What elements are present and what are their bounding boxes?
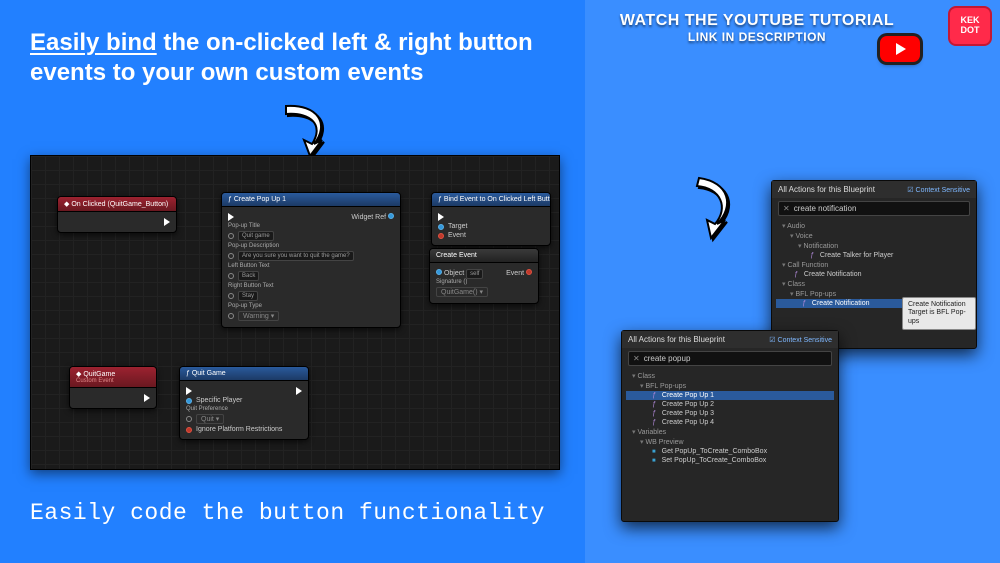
kekdot-logo: KEKDOT (948, 6, 992, 46)
category-call-function[interactable]: Call Function (776, 260, 972, 270)
target-pin-icon[interactable] (438, 224, 444, 230)
widget-pin-icon[interactable] (388, 213, 394, 219)
context-menu-popup[interactable]: All Actions for this Blueprint ☑ Context … (621, 330, 839, 522)
node-quit-game-fn[interactable]: ƒ Quit Game Specific Player Quit Prefere… (179, 366, 309, 440)
heading-underlined: Easily bind (30, 29, 157, 56)
node-header: ƒ Quit Game (180, 367, 308, 381)
footer-caption: Easily code the button functionality (30, 500, 545, 526)
bool-pin-icon[interactable] (186, 427, 192, 433)
category-audio[interactable]: Audio (776, 221, 972, 231)
signature-dropdown[interactable]: QuitGame() ▾ (436, 287, 488, 297)
exec-pin-icon[interactable] (164, 218, 170, 226)
category-voice[interactable]: Voice (776, 231, 972, 241)
input-pin-icon[interactable] (186, 416, 192, 422)
blueprint-canvas-top[interactable]: ◆ On Clicked (QuitGame_Button) ƒ Create … (30, 155, 560, 470)
node-header: ◆ On Clicked (QuitGame_Button) (58, 197, 176, 212)
popup-header: All Actions for this Blueprint (628, 335, 725, 344)
popup-type-dropdown[interactable]: Warning ▾ (238, 311, 279, 321)
right-button-input[interactable]: Stay (238, 291, 258, 301)
menu-item[interactable]: Create Notification (776, 270, 972, 279)
clear-search-icon[interactable]: ✕ (783, 204, 790, 213)
player-pin-icon[interactable] (186, 398, 192, 404)
heading-left: Easily bind the on-clicked left & right … (30, 28, 585, 88)
input-pin-icon[interactable] (228, 293, 234, 299)
event-pin-icon[interactable] (438, 233, 444, 239)
exec-pin-icon[interactable] (144, 394, 150, 402)
menu-item[interactable]: Create Pop Up 4 (626, 418, 834, 427)
context-menu-notification[interactable]: All Actions for this Blueprint ☑ Context … (771, 180, 977, 349)
category-wb-preview[interactable]: WB Preview (626, 437, 834, 447)
curved-arrow-icon (685, 172, 741, 247)
menu-item[interactable]: Create Pop Up 3 (626, 409, 834, 418)
quit-pref-dropdown[interactable]: Quit ▾ (196, 414, 224, 424)
node-header: Create Event (430, 249, 538, 263)
exec-pin-icon[interactable] (228, 213, 234, 221)
node-bind-event[interactable]: ƒ Bind Event to On Clicked Left Button T… (431, 192, 551, 246)
category-bfl-popups[interactable]: BFL Pop-ups (626, 381, 834, 391)
menu-item[interactable]: Create Talker for Player (776, 251, 972, 260)
node-on-clicked[interactable]: ◆ On Clicked (QuitGame_Button) (57, 196, 177, 233)
category-class[interactable]: Class (776, 279, 972, 289)
event-pin-icon[interactable] (526, 269, 532, 275)
input-pin-icon[interactable] (228, 313, 234, 319)
exec-pin-icon[interactable] (438, 213, 444, 221)
search-input[interactable]: ✕create popup (628, 351, 832, 366)
node-create-popup[interactable]: ƒ Create Pop Up 1 Widget Ref Pop-up Titl… (221, 192, 401, 328)
menu-item-selected[interactable]: Create Pop Up 1 (626, 391, 834, 400)
left-button-input[interactable]: Back (238, 271, 259, 281)
node-header: ƒ Bind Event to On Clicked Left Button (432, 193, 550, 207)
node-header: ◆ QuitGameCustom Event (70, 367, 156, 388)
category-class[interactable]: Class (626, 371, 834, 381)
input-pin-icon[interactable] (228, 233, 234, 239)
exec-pin-icon[interactable] (296, 387, 302, 395)
tooltip: Create Notification Target is BFL Pop-up… (902, 297, 976, 330)
input-pin-icon[interactable] (228, 253, 234, 259)
menu-item-variable[interactable]: Set PopUp_ToCreate_ComboBox (626, 456, 834, 465)
category-variables[interactable]: Variables (626, 427, 834, 437)
input-pin-icon[interactable] (228, 273, 234, 279)
category-notification[interactable]: Notification (776, 241, 972, 251)
youtube-icon[interactable] (880, 36, 920, 62)
context-sensitive-checkbox[interactable]: ☑ Context Sensitive (907, 186, 970, 194)
menu-item-variable[interactable]: Get PopUp_ToCreate_ComboBox (626, 447, 834, 456)
exec-pin-icon[interactable] (186, 387, 192, 395)
node-create-event[interactable]: Create Event Object selfEvent Signature … (429, 248, 539, 304)
node-header: ƒ Create Pop Up 1 (222, 193, 400, 207)
popup-header: All Actions for this Blueprint (778, 185, 875, 194)
clear-search-icon[interactable]: ✕ (633, 354, 640, 363)
node-quitgame-event[interactable]: ◆ QuitGameCustom Event (69, 366, 157, 409)
context-sensitive-checkbox[interactable]: ☑ Context Sensitive (769, 336, 832, 344)
object-pin-icon[interactable] (436, 269, 442, 275)
menu-item[interactable]: Create Pop Up 2 (626, 400, 834, 409)
watch-youtube-banner: WATCH THE YOUTUBE TUTORIAL LINK IN DESCR… (612, 12, 902, 44)
search-input[interactable]: ✕create notification (778, 201, 970, 216)
popup-desc-input[interactable]: Are you sure you want to quit the game? (238, 251, 354, 261)
popup-title-input[interactable]: Quit game (238, 231, 274, 241)
